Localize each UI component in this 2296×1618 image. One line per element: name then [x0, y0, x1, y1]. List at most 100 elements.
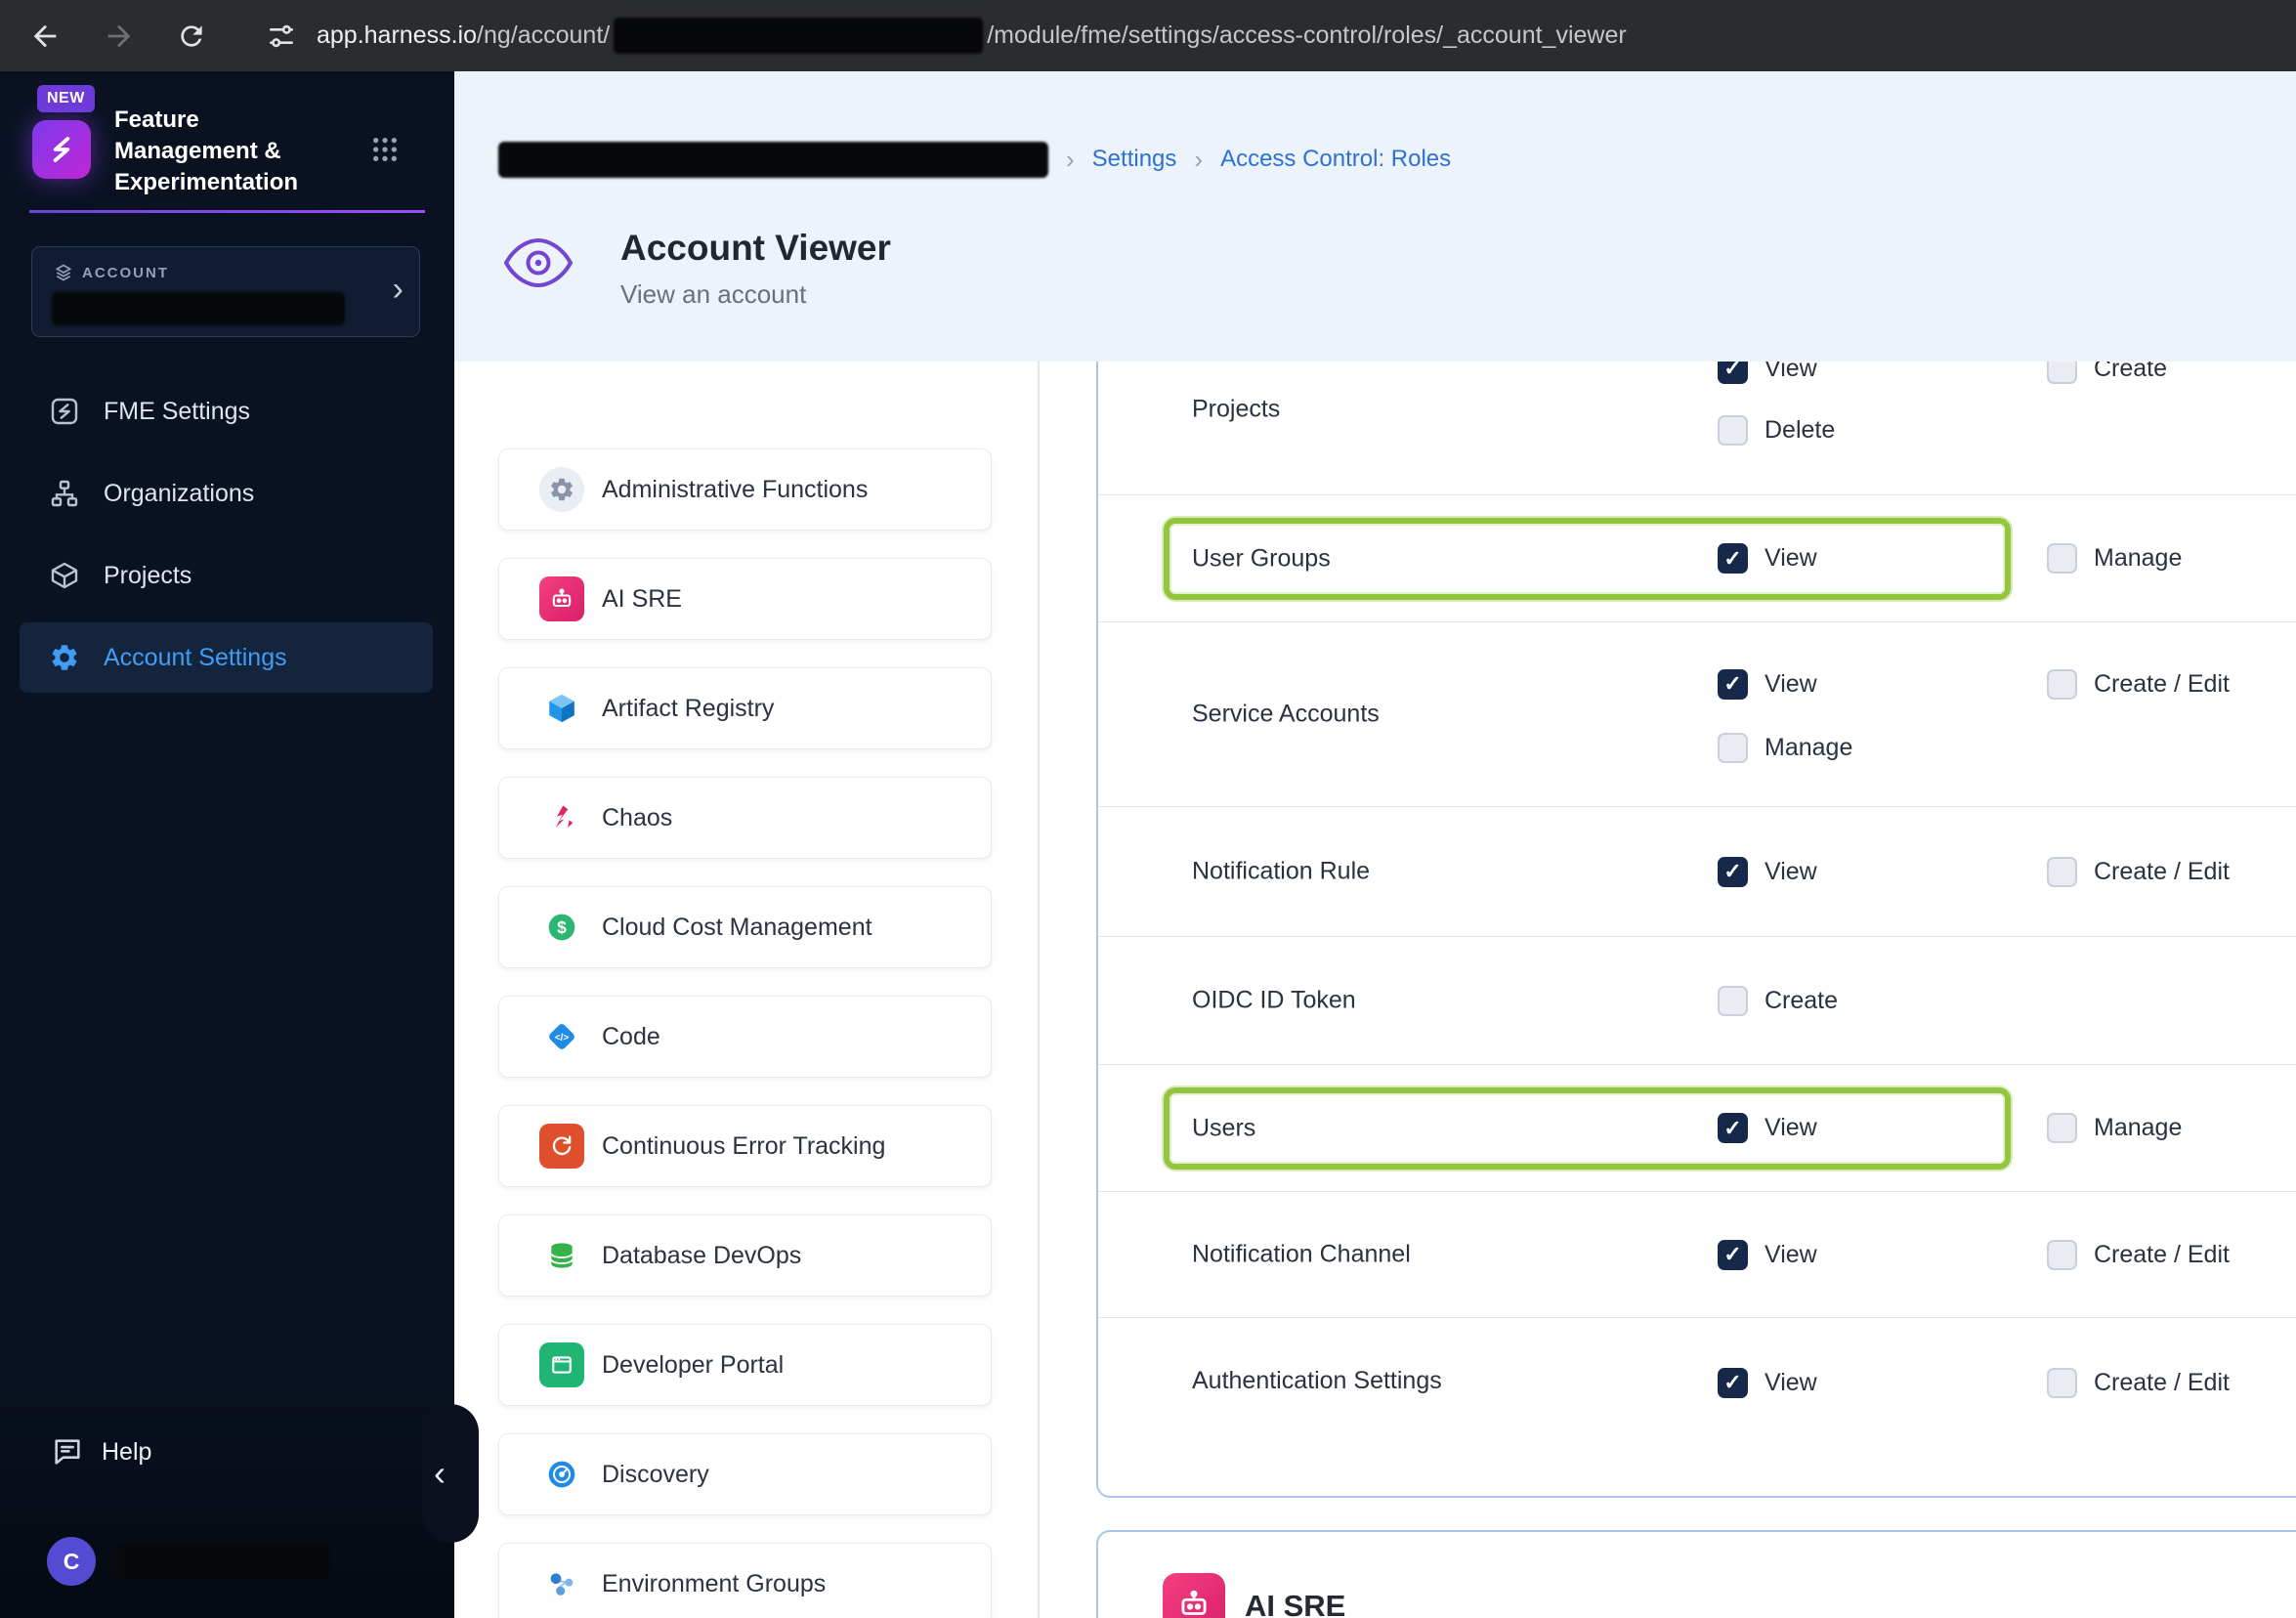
- back-icon[interactable]: [27, 19, 63, 54]
- fme-settings-icon: [47, 394, 82, 429]
- module-card-developer-portal[interactable]: Developer Portal: [498, 1324, 992, 1406]
- create-checkbox[interactable]: [1718, 985, 1748, 1016]
- resource-name: Service Accounts: [1192, 700, 1380, 728]
- sidebar: NEW Feature Management & Experimentation…: [0, 71, 454, 1618]
- account-label: ACCOUNT: [54, 263, 169, 282]
- ai-sre-icon: [1163, 1573, 1225, 1618]
- permission-cell: Manage: [2047, 1112, 2182, 1145]
- permission-cell: Create: [2047, 362, 2167, 385]
- view-checkbox[interactable]: [1718, 362, 1748, 384]
- breadcrumb-link-settings[interactable]: Settings: [1092, 146, 1177, 173]
- view-checkbox[interactable]: [1718, 1113, 1748, 1143]
- resource-name: User Groups: [1192, 544, 1331, 572]
- green-highlight-marker: [1164, 1087, 2011, 1170]
- sidebar-item-label: Organizations: [104, 479, 255, 507]
- module-label: Administrative Functions: [602, 475, 869, 503]
- module-card-discovery[interactable]: Discovery: [498, 1433, 992, 1515]
- content-area: Administrative Functions AI SRE Artifact…: [454, 362, 2296, 1618]
- projects-icon: [47, 558, 82, 593]
- page-subtitle: View an account: [620, 279, 807, 309]
- permission-row-notification-channel: Notification Channel View Create / Edit: [1098, 1191, 2296, 1317]
- vertical-divider: [1038, 362, 1040, 1618]
- database-devops-icon: [539, 1233, 584, 1278]
- module-card-chaos[interactable]: Chaos: [498, 777, 992, 859]
- sidebar-item-account-settings[interactable]: Account Settings: [0, 617, 454, 699]
- site-settings-icon[interactable]: [264, 19, 299, 54]
- reload-icon[interactable]: [174, 19, 209, 54]
- permission-row-notification-rule: Notification Rule View Create / Edit: [1098, 806, 2296, 936]
- sidebar-item-organizations[interactable]: Organizations: [0, 452, 454, 534]
- permission-cell: View: [1718, 667, 1817, 701]
- module-card-ai-sre[interactable]: AI SRE: [498, 558, 992, 640]
- permission-cell: View: [1718, 855, 1817, 888]
- permission-cell: View: [1718, 1238, 1817, 1271]
- fme-logo-icon: [32, 120, 91, 179]
- help-chat-icon: [51, 1435, 84, 1469]
- redacted-account-name: [52, 292, 345, 325]
- svg-text:$: $: [557, 917, 567, 937]
- page-header: › Settings › Access Control: Roles Accou…: [454, 71, 2296, 362]
- manage-checkbox[interactable]: [2047, 543, 2077, 574]
- module-label: Discovery: [602, 1460, 709, 1488]
- module-card-database-devops[interactable]: Database DevOps: [498, 1214, 992, 1297]
- address-bar[interactable]: app.harness.io/ng/account/ /module/fme/se…: [317, 18, 1627, 54]
- sidebar-item-label: Account Settings: [104, 643, 287, 671]
- browser-toolbar: app.harness.io/ng/account/ /module/fme/se…: [0, 0, 2296, 71]
- module-label: Code: [602, 1022, 660, 1050]
- user-profile[interactable]: C: [0, 1532, 454, 1591]
- sidebar-item-label: FME Settings: [104, 397, 251, 425]
- forward-icon[interactable]: [102, 19, 137, 54]
- sidebar-item-projects[interactable]: Projects: [0, 534, 454, 617]
- permission-cell: Delete: [1718, 413, 1835, 447]
- permissions-panel: Projects View Create Delete: [1096, 362, 2296, 1498]
- module-card-code[interactable]: </> Code: [498, 996, 992, 1078]
- checkbox-label: Create: [2094, 362, 2168, 382]
- create-checkbox[interactable]: [2047, 362, 2077, 384]
- view-checkbox[interactable]: [1718, 543, 1748, 574]
- create-edit-checkbox[interactable]: [2047, 1239, 2077, 1270]
- view-checkbox[interactable]: [1718, 1239, 1748, 1270]
- breadcrumb-separator: ›: [1066, 144, 1075, 174]
- chevron-right-icon: ›: [392, 271, 404, 308]
- create-edit-checkbox[interactable]: [2047, 1367, 2077, 1398]
- sidebar-item-label: Projects: [104, 561, 192, 589]
- breadcrumb: › Settings › Access Control: Roles: [498, 140, 1451, 179]
- permission-cell: Create: [1718, 984, 1838, 1017]
- account-selector[interactable]: ACCOUNT ›: [31, 246, 420, 337]
- avatar[interactable]: C: [47, 1537, 96, 1586]
- delete-checkbox[interactable]: [1718, 414, 1748, 446]
- sidebar-item-fme-settings[interactable]: FME Settings: [0, 370, 454, 452]
- permission-cell: Create / Edit: [2047, 1366, 2230, 1399]
- chaos-icon: [539, 795, 584, 840]
- discovery-icon: [539, 1452, 584, 1497]
- manage-checkbox[interactable]: [2047, 1113, 2077, 1143]
- breadcrumb-link-roles[interactable]: Access Control: Roles: [1220, 146, 1451, 173]
- create-edit-checkbox[interactable]: [2047, 668, 2077, 700]
- sidebar-collapse-handle[interactable]: ‹: [422, 1404, 479, 1543]
- module-label: Database DevOps: [602, 1241, 802, 1269]
- checkbox-label: Create: [1765, 986, 1839, 1014]
- apps-grid-icon[interactable]: [369, 134, 401, 165]
- checkbox-label: View: [1765, 1114, 1817, 1141]
- environment-groups-icon: [539, 1561, 584, 1606]
- resource-name: Notification Rule: [1192, 857, 1371, 885]
- artifact-registry-icon: [539, 686, 584, 731]
- ai-sre-icon: [539, 576, 584, 621]
- help-button[interactable]: Help: [0, 1418, 454, 1486]
- view-checkbox[interactable]: [1718, 668, 1748, 700]
- product-title: Feature Management & Experimentation: [114, 106, 299, 195]
- view-checkbox[interactable]: [1718, 856, 1748, 887]
- module-card-cloud-cost-management[interactable]: $ Cloud Cost Management: [498, 886, 992, 968]
- view-checkbox[interactable]: [1718, 1367, 1748, 1398]
- module-card-continuous-error-tracking[interactable]: Continuous Error Tracking: [498, 1105, 992, 1187]
- permission-cell: Manage: [1718, 731, 1852, 764]
- checkbox-label: Manage: [2094, 544, 2183, 572]
- eye-icon: [501, 226, 575, 300]
- sidebar-nav: FME Settings Organizations Projects Acco…: [0, 370, 454, 699]
- create-edit-checkbox[interactable]: [2047, 856, 2077, 887]
- module-card-environment-groups[interactable]: Environment Groups: [498, 1543, 992, 1618]
- checkbox-label: View: [1765, 544, 1817, 572]
- module-card-artifact-registry[interactable]: Artifact Registry: [498, 667, 992, 749]
- module-card-administrative-functions[interactable]: Administrative Functions: [498, 448, 992, 531]
- manage-checkbox[interactable]: [1718, 732, 1748, 763]
